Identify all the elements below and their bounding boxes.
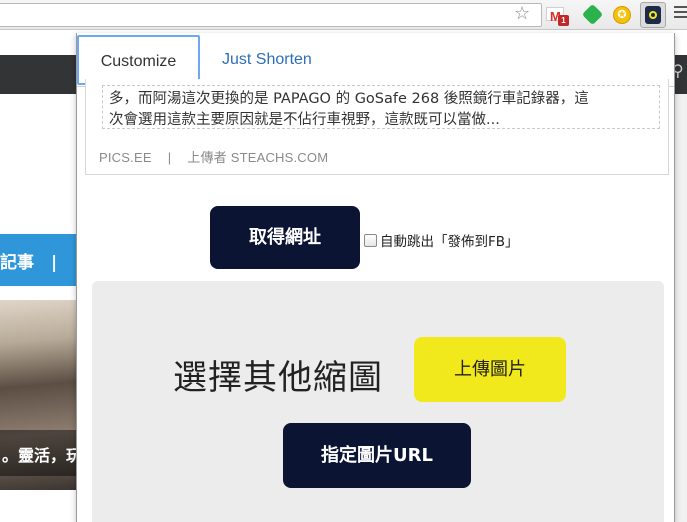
auto-fb-option[interactable]: 自動跳出「發佈到FB」 <box>364 230 519 250</box>
upload-image-button[interactable]: 上傳圖片 <box>414 337 566 402</box>
browser-toolbar: ☆ M 1 ✪ <box>0 0 687 30</box>
gmail-icon[interactable]: M 1 <box>545 4 569 26</box>
link-preview-card: 多，而阿湯這次更換的是 PAPAGO 的 GoSafe 268 後照鏡行車記錄器… <box>85 79 669 175</box>
image-url-button[interactable]: 指定圖片URL <box>283 423 471 488</box>
bookmark-star-icon[interactable]: ☆ <box>514 4 530 24</box>
browser-menu-icon[interactable] <box>674 6 687 22</box>
preview-separator: | <box>167 150 172 165</box>
address-bar[interactable] <box>0 3 542 27</box>
preview-source-site: PICS.EE <box>99 150 152 165</box>
auto-fb-checkbox[interactable] <box>364 233 377 247</box>
tab-just-shorten[interactable]: Just Shorten <box>222 35 312 85</box>
get-url-button[interactable]: 取得網址 <box>210 206 360 269</box>
background-nav-text: 記事 | <box>0 253 58 273</box>
preview-description-line-2: 次會選用這款主要原因就是不佔行車視野，這款既可以當做... <box>109 112 500 128</box>
extension-popup: Customize Just Shorten 多，而阿湯這次更換的是 PAPAG… <box>76 33 675 522</box>
thumbnail-section-title: 選擇其他縮圖 <box>173 358 383 398</box>
preview-source-line: PICS.EE | 上傳者 STEACHS.COM <box>99 147 328 166</box>
shortener-extension-icon[interactable] <box>640 2 666 28</box>
feedly-icon[interactable] <box>581 3 604 26</box>
background-photo-caption: 。靈活，玩 <box>2 446 83 465</box>
auto-fb-label: 自動跳出「發佈到FB」 <box>380 234 519 250</box>
preview-description[interactable]: 多，而阿湯這次更換的是 PAPAGO 的 GoSafe 268 後照鏡行車記錄器… <box>102 85 660 129</box>
coin-icon[interactable]: ✪ <box>611 4 633 26</box>
background-dark-nav <box>0 55 80 94</box>
tab-customize[interactable]: Customize <box>77 35 200 85</box>
preview-description-line-1: 多，而阿湯這次更換的是 PAPAGO 的 GoSafe 268 後照鏡行車記錄器… <box>109 91 589 107</box>
gmail-badge: 1 <box>558 15 569 26</box>
preview-uploader: 上傳者 STEACHS.COM <box>187 150 329 165</box>
